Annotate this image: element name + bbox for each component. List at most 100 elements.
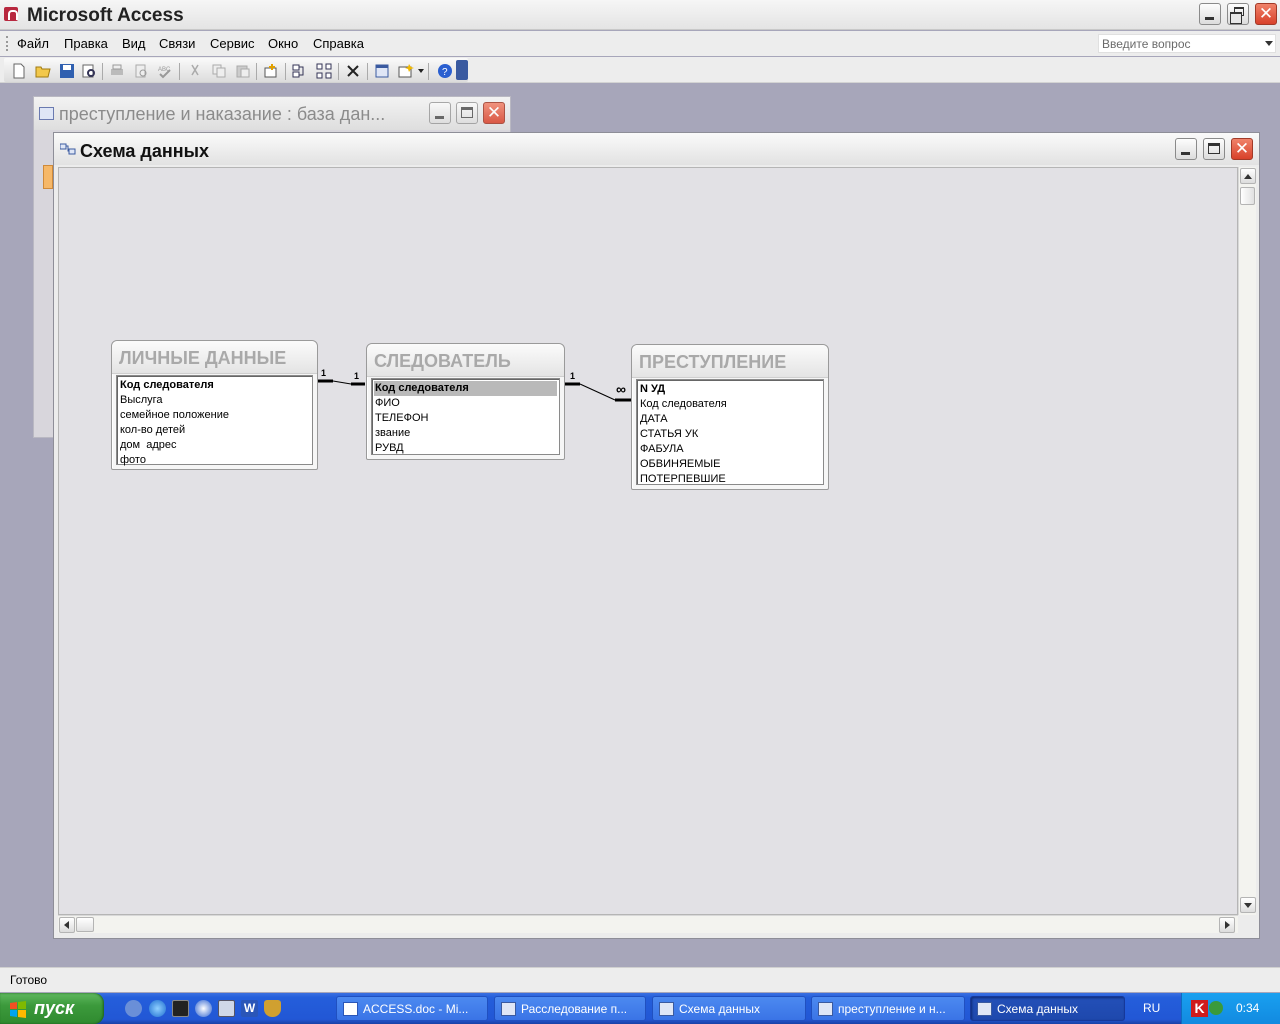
tray-status-icon[interactable]	[1209, 1001, 1223, 1015]
access-app-icon[interactable]	[4, 7, 18, 21]
menubar-grip[interactable]	[6, 36, 8, 51]
print-icon[interactable]	[109, 63, 125, 79]
windows-logo-icon	[10, 1001, 26, 1018]
field-item[interactable]: Код следователя	[119, 378, 310, 393]
field-item[interactable]: ДАТА	[639, 412, 821, 427]
field-item[interactable]: ФАБУЛА	[639, 442, 821, 457]
table-investigator[interactable]: СЛЕДОВАТЕЛЬ Код следователя ФИО ТЕЛЕФОН …	[366, 343, 565, 460]
search-db-icon[interactable]	[81, 63, 97, 79]
quick-launch-icon[interactable]	[264, 1000, 281, 1017]
toolbar-options-button[interactable]	[456, 60, 468, 80]
desktop-icon[interactable]	[125, 1000, 142, 1017]
show-all-icon[interactable]	[316, 63, 332, 79]
word-icon[interactable]: W	[241, 1000, 258, 1017]
scroll-left-button[interactable]	[59, 917, 75, 933]
relationships-canvas[interactable]: 1 1 1 ∞ ЛИЧНЫЕ ДАННЫЕ Код следователя Вы…	[58, 167, 1238, 915]
notepad-icon[interactable]	[218, 1000, 235, 1017]
scroll-up-button[interactable]	[1240, 168, 1256, 184]
field-list[interactable]: Код следователя Выслуга семейное положен…	[116, 375, 313, 468]
app-minimize-button[interactable]	[1199, 3, 1221, 25]
field-item[interactable]: N УД	[639, 382, 821, 397]
new-icon[interactable]	[11, 63, 27, 79]
task-button-active[interactable]: Схема данных	[970, 996, 1125, 1021]
help-icon[interactable]: ?	[437, 63, 453, 79]
field-item[interactable]: Код следователя	[639, 397, 821, 412]
field-item[interactable]: СТАТЬЯ УК	[639, 427, 821, 442]
field-list[interactable]: Код следователя ФИО ТЕЛЕФОН звание РУВД	[371, 378, 560, 455]
internet-explorer-icon[interactable]	[149, 1000, 166, 1017]
field-item[interactable]: кол-во детей	[119, 423, 310, 438]
db-close-button[interactable]: ✕	[483, 102, 505, 124]
field-item[interactable]: ТЕЛЕФОН	[374, 411, 557, 426]
db-minimize-button[interactable]	[429, 102, 451, 124]
field-item[interactable]: ПОТЕРПЕВШИЕ	[639, 472, 821, 487]
new-object-icon[interactable]	[398, 63, 414, 79]
schema-close-button[interactable]: ✕	[1231, 138, 1253, 160]
field-item[interactable]: ФИО	[374, 396, 557, 411]
task-button[interactable]: Расследование п...	[494, 996, 646, 1021]
copy-icon[interactable]	[211, 63, 227, 79]
database-window-title: преступление и наказание : база дан...	[59, 104, 386, 124]
open-icon[interactable]	[35, 63, 51, 79]
command-prompt-icon[interactable]	[172, 1000, 189, 1017]
task-button[interactable]: Схема данных	[652, 996, 806, 1021]
field-item[interactable]: дом адрес	[119, 438, 310, 453]
db-maximize-button[interactable]	[456, 102, 478, 124]
table-header[interactable]: СЛЕДОВАТЕЛЬ	[367, 344, 564, 377]
spelling-icon[interactable]: ABC	[157, 63, 173, 79]
field-item[interactable]: РУВД	[374, 441, 557, 456]
chevron-down-icon[interactable]	[418, 69, 424, 73]
menu-window[interactable]: Окно	[268, 36, 298, 51]
field-item[interactable]: семейное положение	[119, 408, 310, 423]
table-crime[interactable]: ПРЕСТУПЛЕНИЕ N УД Код следователя ДАТА С…	[631, 344, 829, 490]
media-player-icon[interactable]	[195, 1000, 212, 1017]
app-close-button[interactable]: ✕	[1255, 3, 1277, 25]
scroll-right-button[interactable]	[1219, 917, 1235, 933]
vertical-scroll-thumb[interactable]	[1240, 187, 1255, 205]
field-list[interactable]: N УД Код следователя ДАТА СТАТЬЯ УК ФАБУ…	[636, 379, 824, 485]
scroll-down-button[interactable]	[1240, 897, 1256, 913]
menu-help[interactable]: Справка	[313, 36, 364, 51]
schema-maximize-button[interactable]	[1203, 138, 1225, 160]
chevron-down-icon[interactable]	[1265, 41, 1273, 46]
schema-window-title-bar[interactable]: Схема данных ✕	[54, 133, 1259, 165]
horizontal-scrollbar[interactable]	[58, 915, 1238, 933]
print-preview-icon[interactable]	[133, 63, 149, 79]
save-icon[interactable]	[59, 63, 75, 79]
task-button[interactable]: ACCESS.doc - Mi...	[336, 996, 488, 1021]
field-item[interactable]: звание	[374, 426, 557, 441]
field-item[interactable]: Выслуга	[119, 393, 310, 408]
task-button[interactable]: преступление и н...	[811, 996, 965, 1021]
language-indicator[interactable]: RU	[1143, 1001, 1160, 1015]
cut-icon[interactable]	[187, 63, 203, 79]
menu-tools[interactable]: Сервис	[210, 36, 255, 51]
table-personal-data[interactable]: ЛИЧНЫЕ ДАННЫЕ Код следователя Выслуга се…	[111, 340, 318, 470]
help-question-input[interactable]: Введите вопрос	[1098, 34, 1276, 53]
start-button[interactable]: пуск	[0, 993, 104, 1024]
field-item[interactable]: фото	[119, 453, 310, 468]
field-item[interactable]: Код следователя	[374, 381, 557, 396]
vertical-scrollbar[interactable]	[1238, 167, 1256, 915]
objects-bar-selected-item[interactable]	[43, 165, 53, 189]
show-direct-icon[interactable]	[292, 63, 308, 79]
delete-icon[interactable]	[345, 63, 361, 79]
antivirus-icon[interactable]: K	[1191, 1000, 1208, 1017]
schema-window[interactable]: Схема данных ✕ 1 1 1 ∞ ЛИЧНЫЕ ДАННЫЕ Код…	[53, 132, 1260, 939]
menu-relations[interactable]: Связи	[159, 36, 195, 51]
field-item[interactable]: ОБВИНЯЕМЫЕ	[639, 457, 821, 472]
clock[interactable]: 0:34	[1236, 1001, 1259, 1015]
table-header[interactable]: ПРЕСТУПЛЕНИЕ	[632, 345, 828, 378]
relation-1-right-cardinality: 1	[354, 371, 360, 381]
menu-file[interactable]: Файл	[17, 36, 49, 51]
menu-view[interactable]: Вид	[122, 36, 146, 51]
show-table-icon[interactable]	[263, 63, 279, 79]
database-window-title-bar[interactable]: преступление и наказание : база дан... ✕	[34, 97, 510, 130]
app-restore-button[interactable]	[1227, 3, 1249, 25]
schema-minimize-button[interactable]	[1175, 138, 1197, 160]
paste-icon[interactable]	[235, 63, 251, 79]
horizontal-scroll-thumb[interactable]	[76, 917, 94, 932]
menu-edit[interactable]: Правка	[64, 36, 108, 51]
table-header[interactable]: ЛИЧНЫЕ ДАННЫЕ	[112, 341, 317, 374]
database-window-icon[interactable]	[374, 63, 390, 79]
relationship-line-1[interactable]	[317, 379, 365, 386]
